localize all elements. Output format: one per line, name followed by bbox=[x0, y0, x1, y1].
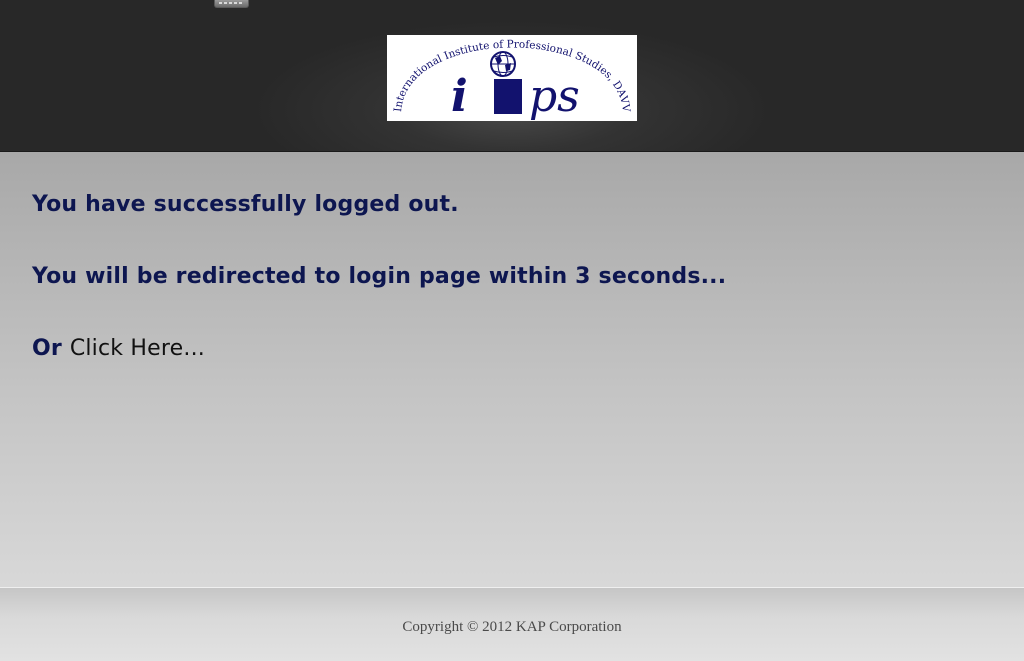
logout-message-panel: You have successfully logged out. You wi… bbox=[0, 152, 1024, 587]
logged-out-message: You have successfully logged out. bbox=[32, 192, 459, 217]
top-tab-handle[interactable] bbox=[214, 0, 249, 8]
logo-letter-i: i bbox=[451, 71, 468, 121]
logo-square bbox=[494, 79, 522, 114]
click-here-link[interactable]: Click Here... bbox=[70, 336, 205, 361]
copyright-text: Copyright © 2012 KAP Corporation bbox=[402, 619, 622, 635]
click-here-line: Or Click Here... bbox=[32, 336, 205, 361]
iips-logo-graphic: International Institute of Professional … bbox=[392, 38, 632, 121]
iips-logo: International Institute of Professional … bbox=[387, 35, 637, 121]
logo-letters-ps: ps bbox=[529, 71, 580, 121]
or-label: Or bbox=[32, 336, 62, 361]
redirect-message: You will be redirected to login page wit… bbox=[32, 264, 727, 289]
page-footer: Copyright © 2012 KAP Corporation bbox=[0, 587, 1024, 661]
page-header: International Institute of Professional … bbox=[0, 0, 1024, 152]
globe-icon bbox=[490, 51, 516, 77]
